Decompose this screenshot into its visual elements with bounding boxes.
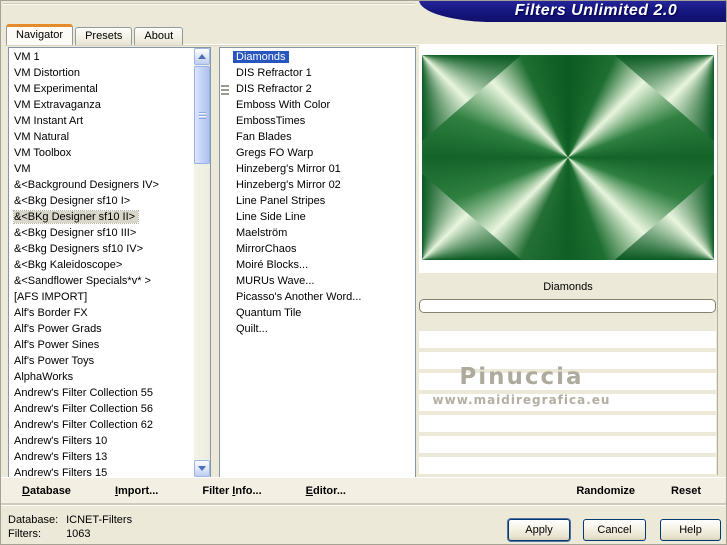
tab-presets[interactable]: Presets bbox=[75, 27, 133, 45]
cancel-button[interactable]: Cancel bbox=[583, 519, 646, 541]
category-item[interactable]: &<Bkg Kaleidoscope> bbox=[9, 257, 193, 273]
category-item[interactable]: AlphaWorks bbox=[9, 369, 193, 385]
category-item[interactable]: [AFS IMPORT] bbox=[9, 289, 193, 305]
apply-button[interactable]: Apply bbox=[508, 519, 570, 541]
filters-label: Filters: bbox=[8, 528, 41, 540]
filter-item[interactable]: Quantum Tile bbox=[220, 305, 415, 321]
preview-box bbox=[419, 45, 717, 273]
filter-list: Diamonds DIS Refractor 1 DIS Refractor 2 Em… bbox=[220, 48, 415, 337]
reset-button[interactable]: Reset bbox=[671, 485, 701, 497]
filters-value: 1063 bbox=[66, 528, 91, 540]
filter-item[interactable]: Hinzeberg's Mirror 01 bbox=[220, 161, 415, 177]
category-item[interactable]: Alf's Power Sines bbox=[9, 337, 193, 353]
filter-item[interactable]: MURUs Wave... bbox=[220, 273, 415, 289]
category-item[interactable]: &<BKg Designer sf10 II> bbox=[9, 209, 193, 225]
filter-item[interactable]: Line Panel Stripes bbox=[220, 193, 415, 209]
category-item[interactable]: &<Sandflower Specials*v* > bbox=[9, 273, 193, 289]
toolbar-left-group: Database Import... Filter Info... Editor… bbox=[0, 485, 346, 497]
filter-item[interactable]: EmbossTimes bbox=[220, 113, 415, 129]
filter-item[interactable]: Diamonds bbox=[220, 49, 415, 65]
filter-item[interactable]: Line Side Line bbox=[220, 209, 415, 225]
category-item[interactable]: Andrew's Filter Collection 56 bbox=[9, 401, 193, 417]
category-item[interactable]: VM Extravaganza bbox=[9, 97, 193, 113]
database-button[interactable]: Database bbox=[22, 485, 71, 497]
preview-pattern-image[interactable] bbox=[422, 55, 714, 260]
category-listbox[interactable]: VM 1 VM Distortion VM Experimental VM Extra… bbox=[8, 47, 211, 481]
top-groove-line bbox=[3, 3, 415, 5]
category-item[interactable]: VM 1 bbox=[9, 49, 193, 65]
category-list: VM 1 VM Distortion VM Experimental VM Extra… bbox=[9, 48, 193, 481]
category-item[interactable]: Andrew's Filters 13 bbox=[9, 449, 193, 465]
filter-item[interactable]: DIS Refractor 2 bbox=[220, 81, 415, 97]
progress-bar bbox=[419, 299, 716, 313]
randomize-button[interactable]: Randomize bbox=[576, 485, 635, 497]
editor-button[interactable]: Editor... bbox=[306, 485, 346, 497]
status-info: Database: ICNET-Filters Filters: 1063 bbox=[8, 513, 132, 541]
help-button[interactable]: Help bbox=[660, 519, 721, 541]
category-item[interactable]: &<Bkg Designers sf10 IV> bbox=[9, 241, 193, 257]
category-item[interactable]: Andrew's Filter Collection 55 bbox=[9, 385, 193, 401]
status-database-row: Database: ICNET-Filters bbox=[8, 513, 132, 527]
parameter-area bbox=[419, 331, 716, 474]
import-button[interactable]: Import... bbox=[115, 485, 158, 497]
category-item[interactable]: &<Bkg Designer sf10 III> bbox=[9, 225, 193, 241]
filter-info-button[interactable]: Filter Info... bbox=[202, 485, 261, 497]
filter-item[interactable]: MirrorChaos bbox=[220, 241, 415, 257]
tab-bar: Navigator Presets About bbox=[6, 24, 184, 45]
down-arrow-icon bbox=[198, 466, 206, 471]
tab-about[interactable]: About bbox=[134, 27, 184, 45]
category-item[interactable]: Alf's Power Toys bbox=[9, 353, 193, 369]
database-label: Database: bbox=[8, 514, 59, 526]
panel-right-edge bbox=[717, 45, 718, 475]
pattern-edge-glow bbox=[676, 118, 714, 197]
database-value: ICNET-Filters bbox=[66, 514, 133, 526]
category-item[interactable]: VM Experimental bbox=[9, 81, 193, 97]
filter-item[interactable]: DIS Refractor 1 bbox=[220, 65, 415, 81]
grip-icon bbox=[221, 85, 229, 95]
bottom-toolbar: Database Import... Filter Info... Editor… bbox=[0, 477, 727, 504]
scroll-down-icon[interactable] bbox=[194, 460, 210, 477]
category-item[interactable]: Andrew's Filter Collection 62 bbox=[9, 417, 193, 433]
app-title: Filters Unlimited 2.0 bbox=[514, 2, 678, 19]
status-filters-row: Filters: 1063 bbox=[8, 527, 132, 541]
toolbar-right-group: Randomize Reset bbox=[576, 485, 727, 497]
filter-item[interactable]: Emboss With Color bbox=[220, 97, 415, 113]
filter-listbox[interactable]: Diamonds DIS Refractor 1 DIS Refractor 2 Em… bbox=[219, 47, 416, 478]
category-item[interactable]: VM Toolbox bbox=[9, 145, 193, 161]
up-arrow-icon bbox=[198, 54, 206, 59]
filter-item[interactable]: Quilt... bbox=[220, 321, 415, 337]
filter-item[interactable]: Hinzeberg's Mirror 02 bbox=[220, 177, 415, 193]
pattern-edge-glow bbox=[422, 118, 460, 197]
filter-item[interactable]: Fan Blades bbox=[220, 129, 415, 145]
category-item[interactable]: &<Background Designers IV> bbox=[9, 177, 193, 193]
filter-caption: Diamonds bbox=[543, 281, 593, 293]
filter-item[interactable]: Gregs FO Warp bbox=[220, 145, 415, 161]
scroll-up-icon[interactable] bbox=[194, 48, 210, 65]
filter-item[interactable]: Picasso's Another Word... bbox=[220, 289, 415, 305]
category-item[interactable]: Alf's Border FX bbox=[9, 305, 193, 321]
filter-item[interactable]: Maelström bbox=[220, 225, 415, 241]
category-item[interactable]: VM Instant Art bbox=[9, 113, 193, 129]
tab-navigator[interactable]: Navigator bbox=[6, 24, 74, 45]
category-item[interactable]: VM Natural bbox=[9, 129, 193, 145]
category-item[interactable]: VM bbox=[9, 161, 193, 177]
category-item[interactable]: &<Bkg Designer sf10 I> bbox=[9, 193, 193, 209]
category-item[interactable]: VM Distortion bbox=[9, 65, 193, 81]
scrollbar-thumb[interactable] bbox=[194, 66, 210, 164]
category-item[interactable]: Alf's Power Grads bbox=[9, 321, 193, 337]
category-item[interactable]: Andrew's Filters 10 bbox=[9, 433, 193, 449]
category-scrollbar[interactable] bbox=[194, 48, 210, 477]
filter-item[interactable]: Moiré Blocks... bbox=[220, 257, 415, 273]
title-banner: Filters Unlimited 2.0 bbox=[419, 0, 727, 22]
